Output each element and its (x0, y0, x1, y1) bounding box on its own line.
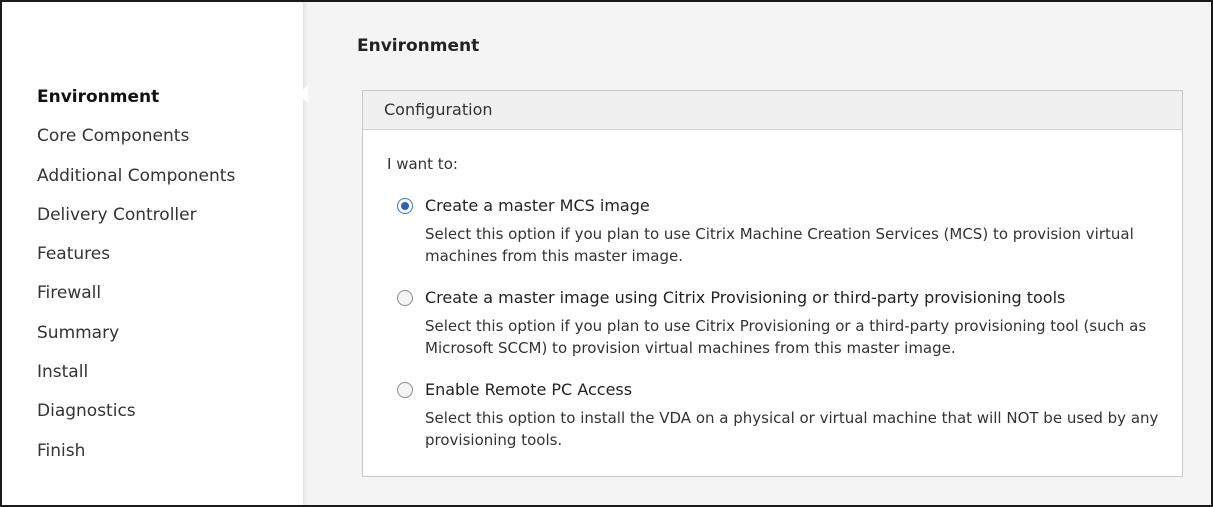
sidebar-item-additional-components[interactable]: Additional Components (37, 161, 235, 200)
sidebar-item-firewall[interactable]: Firewall (37, 278, 235, 317)
option-prompt: I want to: (387, 155, 458, 173)
radio-button[interactable] (397, 290, 413, 306)
sidebar-step-list: Environment Core Components Additional C… (37, 82, 235, 475)
radio-button[interactable] (397, 382, 413, 398)
option-label: Create a master MCS image (425, 196, 650, 215)
sidebar-item-finish[interactable]: Finish (37, 436, 235, 475)
option-description: Select this option if you plan to use Ci… (425, 317, 1147, 357)
sidebar-item-core-components[interactable]: Core Components (37, 121, 235, 160)
sidebar-item-delivery-controller[interactable]: Delivery Controller (37, 200, 235, 239)
radio-selected-dot (401, 202, 409, 210)
main-content: Environment Configuration I want to: Cre… (308, 2, 1211, 505)
option-description: Select this option to install the VDA on… (425, 409, 1159, 449)
sidebar-item-diagnostics[interactable]: Diagnostics (37, 396, 235, 435)
sidebar-item-features[interactable]: Features (37, 239, 235, 278)
option-description: Select this option if you plan to use Ci… (425, 225, 1134, 265)
configuration-panel: Configuration I want to: Create a master… (362, 90, 1183, 477)
radio-button-checked[interactable] (397, 198, 413, 214)
option-label: Create a master image using Citrix Provi… (425, 288, 1066, 307)
panel-header: Configuration (363, 91, 1182, 130)
sidebar-nav: Environment Core Components Additional C… (2, 2, 303, 505)
installer-window: Environment Core Components Additional C… (0, 0, 1213, 507)
page-title: Environment (357, 36, 480, 56)
option-label: Enable Remote PC Access (425, 380, 633, 399)
active-step-pointer (298, 85, 308, 103)
sidebar-item-summary[interactable]: Summary (37, 318, 235, 357)
sidebar-item-install[interactable]: Install (37, 357, 235, 396)
sidebar-item-environment[interactable]: Environment (37, 82, 235, 121)
